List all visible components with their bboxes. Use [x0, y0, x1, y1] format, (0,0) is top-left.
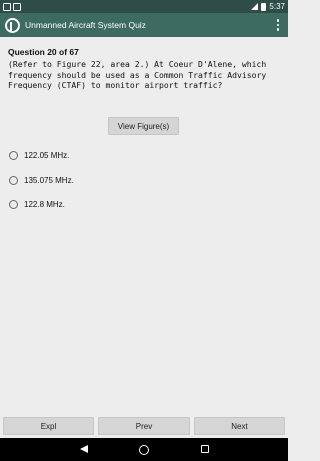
app-title: Unmanned Aircraft System Quiz [25, 20, 146, 30]
notification-icon [3, 2, 11, 11]
question-panel: Question 20 of 67 (Refer to Figure 22, a… [0, 37, 288, 413]
app-bar: Unmanned Aircraft System Quiz [0, 13, 288, 37]
quiz-screen: 5:37 Unmanned Aircraft System Quiz Quest… [0, 0, 288, 461]
status-time: 5:37 [269, 2, 285, 11]
system-navigation-bar [0, 438, 288, 461]
next-button[interactable]: Next [194, 417, 285, 435]
view-figure-button[interactable]: View Figure(s) [108, 117, 179, 135]
radio-button[interactable] [9, 175, 18, 185]
question-number: Question 20 of 67 [8, 47, 79, 57]
notification-icons [3, 2, 21, 11]
overflow-menu-icon[interactable] [268, 13, 288, 37]
radio-button[interactable] [9, 199, 18, 209]
back-icon[interactable] [80, 445, 88, 453]
answer-option[interactable]: 122.05 MHz. [9, 148, 69, 162]
recents-icon[interactable] [201, 445, 209, 453]
answer-option-label: 122.05 MHz. [24, 150, 70, 160]
status-indicators: 5:37 [251, 2, 285, 11]
status-bar: 5:37 [0, 0, 288, 13]
signal-icon [251, 3, 259, 10]
question-text: (Refer to Figure 22, area 2.) At Coeur D… [8, 59, 267, 90]
answer-option-label: 135.075 MHz. [24, 175, 74, 185]
explanation-button[interactable]: Expl [3, 417, 94, 435]
radio-button[interactable] [9, 150, 18, 160]
app-logo-icon [5, 17, 20, 33]
notification-icon [13, 2, 21, 11]
quiz-navigation-bar: Expl Prev Next [0, 413, 288, 438]
battery-icon [261, 2, 267, 11]
answer-option[interactable]: 135.075 MHz. [9, 173, 74, 187]
home-icon[interactable] [139, 444, 149, 455]
answer-option[interactable]: 122.8 MHz. [9, 197, 65, 211]
answer-option-label: 122.8 MHz. [24, 199, 65, 209]
previous-button[interactable]: Prev [98, 417, 190, 435]
